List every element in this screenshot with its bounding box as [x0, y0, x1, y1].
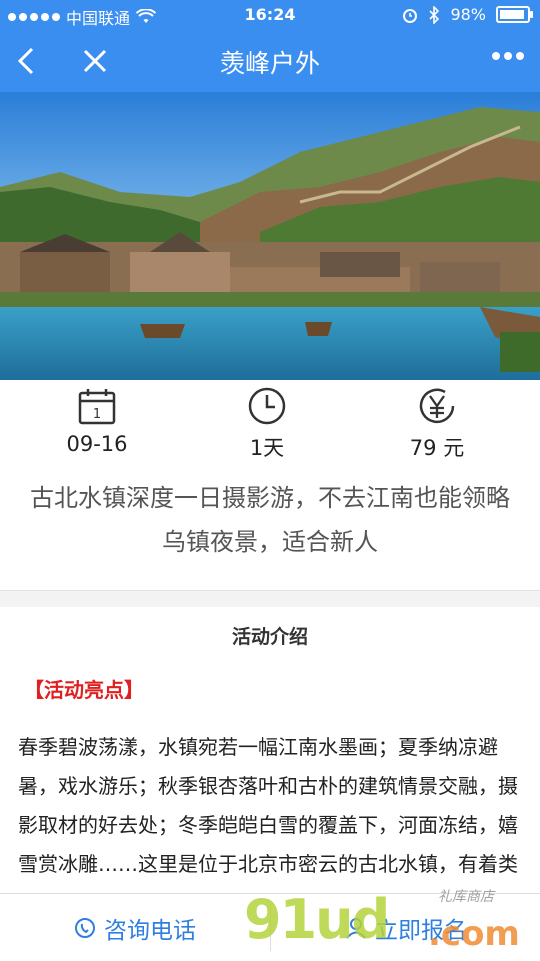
- page-title: 羡峰户外: [219, 49, 320, 78]
- bluetooth-icon: [429, 5, 440, 24]
- top-bar: 中国联通 16:24 98% 羡峰户外: [0, 0, 540, 92]
- price-value: 79 元: [409, 436, 465, 460]
- signup-button[interactable]: 立即报名: [271, 894, 540, 961]
- clock-icon: [248, 387, 286, 425]
- status-right: 98%: [402, 5, 533, 24]
- duration-value: 1天: [249, 436, 285, 460]
- activity-description: 春季碧波荡漾，水镇宛若一幅江南水墨画；夏季纳凉避暑，戏水游乐；秋季银杏落叶和古朴…: [18, 735, 518, 896]
- bottom-action-bar: 咨询电话 立即报名: [0, 893, 540, 961]
- date-value: 09-16: [66, 432, 128, 456]
- calendar-icon: 1: [78, 389, 116, 425]
- signup-label: 立即报名: [375, 917, 467, 944]
- more-dots-icon: [492, 52, 500, 60]
- section-title: 活动介绍: [231, 626, 308, 648]
- consult-label: 咨询电话: [104, 917, 196, 944]
- section-divider: [0, 590, 540, 607]
- landscape-photo: [0, 92, 540, 380]
- alarm-icon: [403, 8, 418, 23]
- status-bar: 中国联通 16:24 98%: [0, 0, 540, 30]
- user-icon: [346, 917, 366, 939]
- consult-phone-button[interactable]: 咨询电话: [0, 894, 270, 961]
- info-row: 1 09-16 1天 79 元: [0, 380, 540, 470]
- battery-icon: [496, 6, 533, 23]
- yen-icon: [419, 388, 455, 424]
- more-button[interactable]: [492, 52, 524, 60]
- battery-percent: 98%: [450, 5, 486, 24]
- highlight-label: 【活动亮点】: [24, 678, 144, 702]
- duration-cell: 1天: [197, 386, 337, 462]
- hero-image: [0, 92, 540, 380]
- nav-bar: 羡峰户外: [0, 30, 540, 92]
- phone-icon: [75, 917, 95, 938]
- date-cell: 1 09-16: [27, 386, 167, 456]
- activity-summary: 古北水镇深度一日摄影游，不去江南也能领略乌镇夜景，适合新人: [30, 484, 510, 556]
- price-cell: 79 元: [367, 386, 507, 462]
- svg-text:1: 1: [93, 407, 101, 422]
